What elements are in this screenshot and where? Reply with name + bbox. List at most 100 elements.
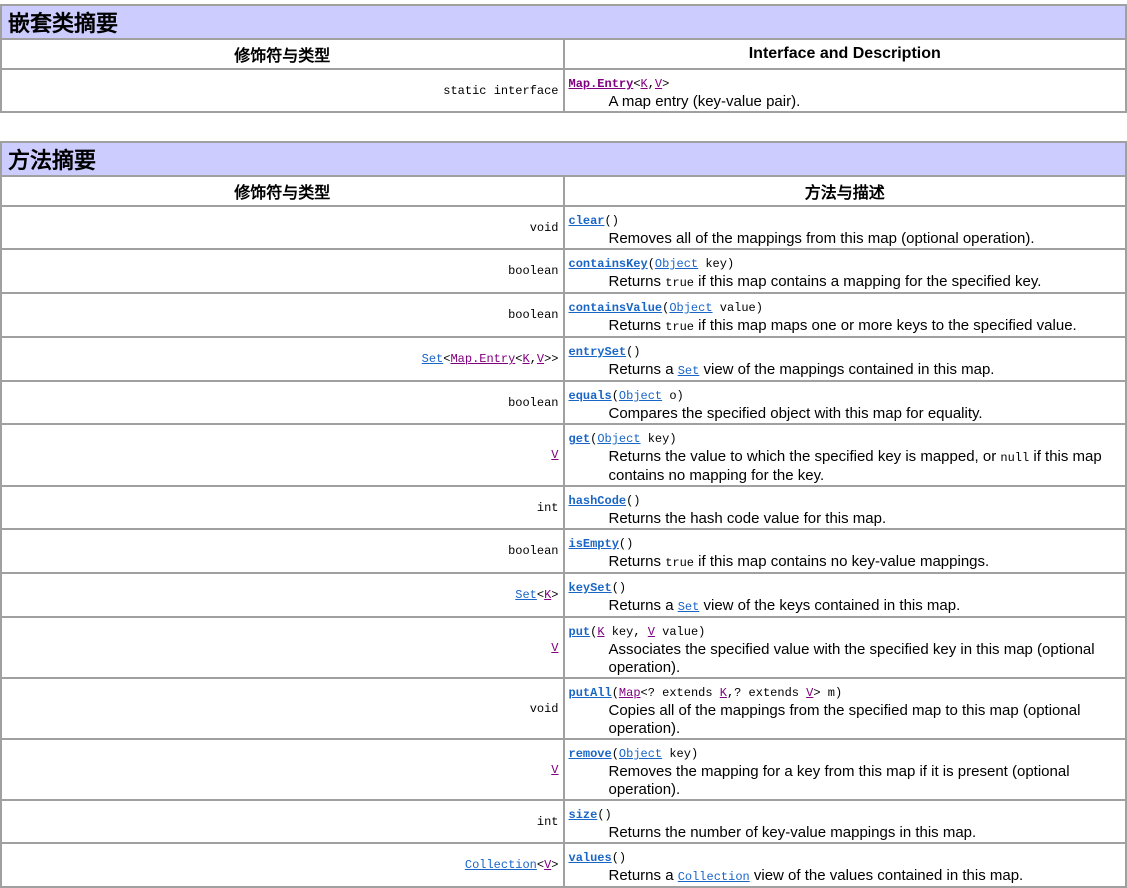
method-name-link[interactable]: values [569, 851, 612, 865]
signature: containsValue(Object value) [569, 299, 1122, 317]
type-link[interactable]: Set [678, 600, 700, 614]
text: ,? extends [726, 686, 807, 700]
type-link[interactable]: Object [655, 257, 698, 271]
modifier-type-cell: int [0, 485, 565, 530]
type-link[interactable]: Object [619, 747, 662, 761]
method-description-cell: entrySet() Returns a Set view of the mapp… [562, 336, 1127, 382]
table-row: Vremove(Object key) Removes the mapping f… [0, 738, 1127, 801]
text: Returns a [608, 867, 678, 884]
text: > [551, 858, 559, 872]
text: Removes the mapping for a key from this … [608, 763, 1070, 798]
modifier-type-cell: Collection<V> [0, 842, 565, 888]
type-link[interactable]: Collection [465, 858, 537, 872]
type-link[interactable]: Set [422, 352, 444, 366]
text: int [536, 500, 559, 515]
type-link[interactable]: Set [515, 588, 537, 602]
text: () [626, 345, 641, 359]
method-name-link[interactable]: containsKey [569, 257, 648, 271]
modifier-type-cell: Set<K> [0, 572, 565, 618]
modifier-type-cell: boolean [0, 528, 565, 574]
type-link[interactable]: K [641, 77, 648, 91]
description: Returns the hash code value for this map… [569, 510, 1122, 528]
table-row: boolean containsValue(Object value) Return… [0, 292, 1127, 338]
type-link[interactable]: V [648, 625, 655, 639]
modifier-type-cell: V [0, 423, 565, 487]
type-link[interactable]: K [597, 625, 604, 639]
method-name-link[interactable]: clear [569, 214, 605, 228]
type-link[interactable]: Map.Entry [450, 352, 515, 366]
method-description-cell: isEmpty() Returns true if this map contai… [562, 528, 1127, 574]
modifier-type-cell: void [0, 205, 565, 250]
method-name-link[interactable]: hashCode [569, 494, 627, 508]
type-link[interactable]: K [522, 352, 529, 366]
text: Removes all of the mappings from this ma… [608, 230, 1035, 247]
description: Compares the specified object with this … [569, 405, 1122, 423]
text: Associates the specified value with the … [608, 641, 1095, 676]
signature: values() [569, 849, 1122, 867]
text: () [626, 494, 641, 508]
description: Returns true if this map contains a mapp… [569, 273, 1122, 292]
type-link[interactable]: Object [619, 389, 662, 403]
text: key) [640, 432, 677, 446]
method-name-link[interactable]: keySet [569, 581, 612, 595]
modifier-type-cell: boolean [0, 248, 565, 294]
text: , [647, 77, 655, 91]
method-description-cell: hashCode() Returns the hash code value fo… [562, 485, 1127, 530]
col-header-description: Interface and Description [562, 38, 1127, 70]
method-name-link[interactable]: remove [569, 747, 612, 761]
text: boolean [508, 395, 559, 410]
type-link[interactable]: V [537, 352, 544, 366]
method-name-link[interactable]: equals [569, 389, 612, 403]
table-row: void putAll(Map<? extends K,? extends V> … [0, 677, 1127, 740]
type-link[interactable]: Set [678, 364, 700, 378]
signature: hashCode() [569, 492, 1122, 510]
text: Returns the hash code value for this map… [608, 510, 887, 527]
modifier-type-cell: static interface [0, 68, 565, 113]
type-link[interactable]: V [551, 763, 558, 777]
method-name-link[interactable]: containsValue [569, 301, 663, 315]
text: A map entry (key-value pair). [608, 93, 801, 110]
method-summary-table: 方法摘要 修饰符与类型 方法与描述 void clear() Removes all … [0, 141, 1127, 888]
text: ( [611, 389, 619, 403]
text: Returns the number of key-value mappings… [608, 824, 977, 841]
text: < [536, 858, 545, 872]
nested-class-summary-table: 嵌套类摘要 修饰符与类型 Interface and Description st… [0, 4, 1127, 113]
method-description-cell: remove(Object key) Removes the mapping fo… [562, 738, 1127, 801]
description: Returns a Set view of the mappings conta… [569, 361, 1122, 380]
table-row: Set<Map.Entry<K,V>> entrySet() Returns a S… [0, 336, 1127, 382]
type-link[interactable]: V [551, 641, 558, 655]
method-name-link[interactable]: entrySet [569, 345, 627, 359]
col-header-type: 修饰符与类型 [0, 38, 565, 70]
method-name-link[interactable]: isEmpty [569, 537, 619, 551]
text: value) [712, 301, 763, 315]
type-link[interactable]: K [720, 686, 727, 700]
method-name-link[interactable]: size [569, 808, 598, 822]
type-link[interactable]: Map [619, 686, 641, 700]
method-name-link[interactable]: get [569, 432, 591, 446]
method-description-cell: values() Returns a Collection view of the… [562, 842, 1127, 888]
code-text: true [665, 320, 695, 334]
type-link[interactable]: Collection [678, 870, 750, 884]
col-header-description: 方法与描述 [562, 175, 1127, 207]
method-name-link[interactable]: Map.Entry [569, 77, 634, 91]
description: A map entry (key-value pair). [569, 93, 1122, 111]
method-description-cell: equals(Object o) Compares the specified o… [562, 380, 1127, 425]
signature: containsKey(Object key) [569, 255, 1122, 273]
method-name-link[interactable]: putAll [569, 686, 612, 700]
method-name-link[interactable]: put [569, 625, 591, 639]
type-link[interactable]: Object [597, 432, 640, 446]
text: static interface [443, 83, 559, 98]
signature: remove(Object key) [569, 745, 1122, 763]
text: Copies all of the mappings from the spec… [608, 702, 1081, 737]
modifier-type-cell: V [0, 738, 565, 801]
type-link[interactable]: Object [669, 301, 712, 315]
table-row: int hashCode() Returns the hash code value… [0, 485, 1127, 530]
description: Returns the value to which the specified… [569, 448, 1122, 485]
method-description-cell: Map.Entry<K,V> A map entry (key-value pai… [562, 68, 1127, 113]
table-row: static interface Map.Entry<K,V> A map entr… [0, 68, 1127, 113]
text: , [529, 352, 537, 366]
type-link[interactable]: V [551, 448, 558, 462]
modifier-type-cell: V [0, 616, 565, 679]
modifier-type-cell: void [0, 677, 565, 740]
modifier-type-cell: boolean [0, 380, 565, 425]
